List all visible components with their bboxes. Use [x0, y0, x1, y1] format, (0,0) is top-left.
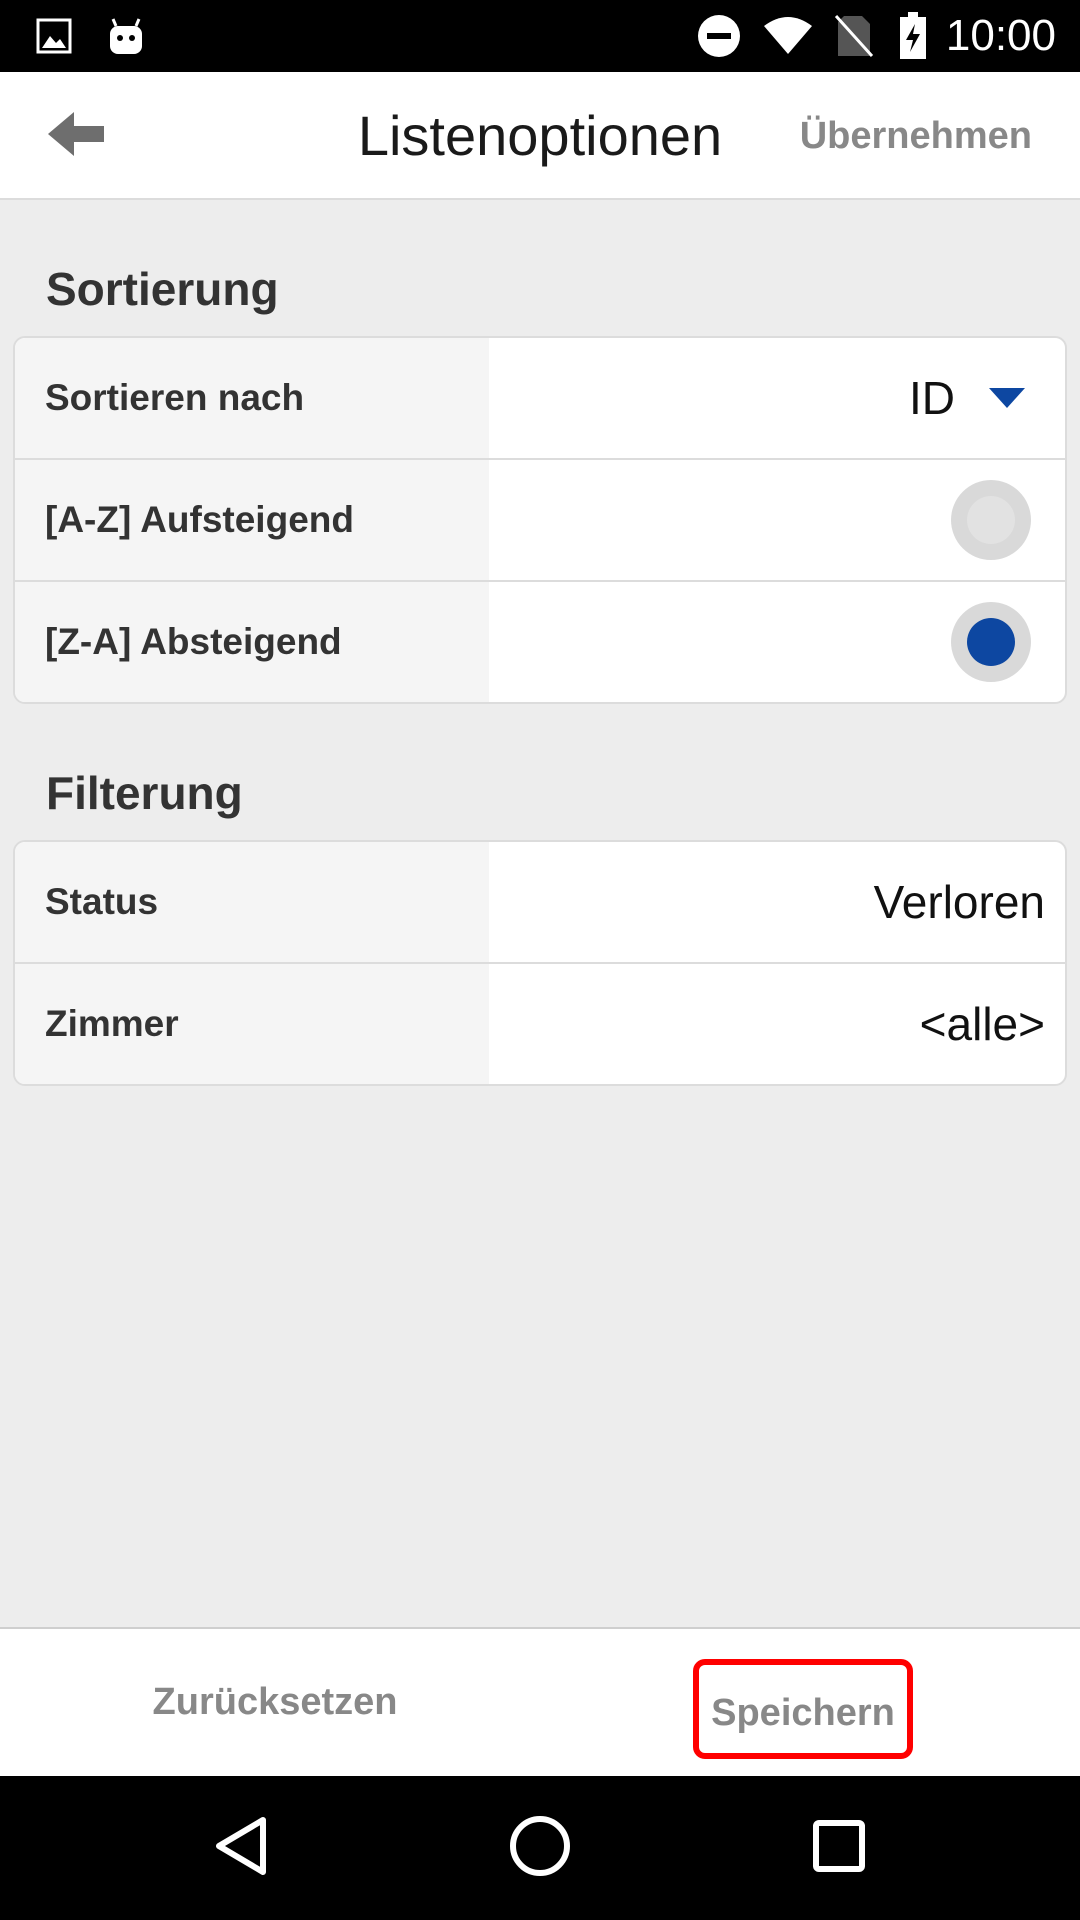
- nav-home-button[interactable]: [495, 1803, 585, 1893]
- save-button[interactable]: Speichern: [693, 1659, 913, 1759]
- sort-section-title: Sortierung: [46, 263, 279, 315]
- sort-ascending-label: [A-Z] Aufsteigend: [15, 460, 489, 580]
- status-row[interactable]: Status Verloren: [15, 842, 1065, 964]
- sort-ascending-radio[interactable]: [951, 480, 1031, 560]
- gallery-icon: [34, 0, 74, 72]
- filter-card: Status Verloren Zimmer <alle>: [13, 840, 1067, 1086]
- apply-button[interactable]: Übernehmen: [800, 72, 1032, 200]
- sort-by-label: Sortieren nach: [15, 338, 489, 458]
- wifi-icon: [760, 0, 816, 72]
- sort-card: Sortieren nach ID [A-Z] Aufsteigend [Z-A…: [13, 336, 1067, 704]
- status-value[interactable]: Verloren: [874, 842, 1045, 962]
- status-label: Status: [15, 842, 489, 962]
- back-button[interactable]: [30, 92, 122, 180]
- android-icon: [106, 0, 146, 72]
- no-sim-icon: [832, 0, 876, 72]
- nav-back-button[interactable]: [196, 1803, 286, 1893]
- do-not-disturb-icon: [696, 0, 742, 72]
- app-bar: Listenoptionen Übernehmen: [0, 72, 1080, 200]
- back-triangle-icon: [211, 1814, 271, 1883]
- sort-descending-label: [Z-A] Absteigend: [15, 582, 489, 702]
- dropdown-arrow-icon: [989, 388, 1025, 408]
- sort-ascending-row[interactable]: [A-Z] Aufsteigend: [15, 460, 1065, 582]
- status-time: 10:00: [945, 11, 1056, 60]
- sort-by-select[interactable]: ID: [909, 338, 1045, 458]
- arrow-left-icon: [48, 110, 104, 163]
- sort-by-row: Sortieren nach ID: [15, 338, 1065, 460]
- sort-by-value: ID: [909, 372, 955, 424]
- battery-charging-icon: [896, 0, 930, 72]
- recents-square-icon: [811, 1818, 867, 1879]
- sort-descending-radio[interactable]: [951, 602, 1031, 682]
- reset-button[interactable]: Zurücksetzen: [120, 1629, 430, 1776]
- system-nav-bar: [0, 1776, 1080, 1920]
- bottom-action-bar: Zurücksetzen Speichern: [0, 1627, 1080, 1776]
- nav-recents-button[interactable]: [794, 1803, 884, 1893]
- room-value[interactable]: <alle>: [920, 964, 1045, 1084]
- home-circle-icon: [508, 1814, 572, 1883]
- status-bar: 10:00: [0, 0, 1080, 72]
- sort-descending-row[interactable]: [Z-A] Absteigend: [15, 582, 1065, 702]
- filter-section-title: Filterung: [46, 767, 243, 819]
- room-label: Zimmer: [15, 964, 489, 1084]
- room-row[interactable]: Zimmer <alle>: [15, 964, 1065, 1084]
